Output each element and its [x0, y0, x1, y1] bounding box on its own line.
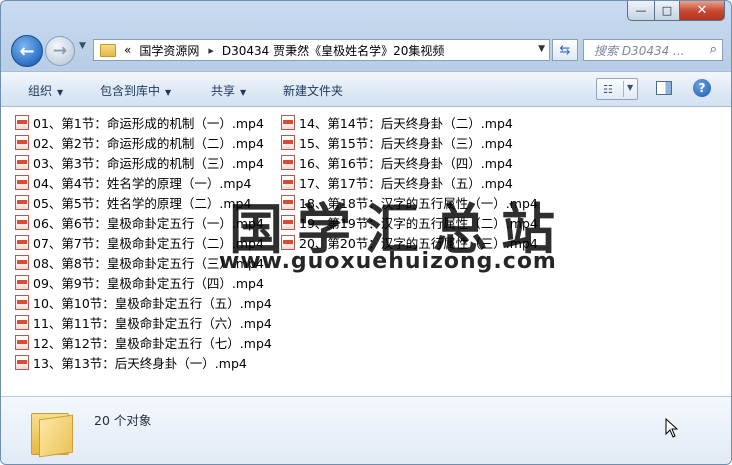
back-arrow-icon: ←: [19, 40, 35, 62]
organize-menu[interactable]: 组织 ▼: [28, 82, 63, 99]
file-list-pane: 01、第1节：命运形成的机制（一）.mp4 02、第2节：命运形成的机制（二）.m…: [1, 107, 731, 396]
file-item[interactable]: 05、第5节：姓名学的原理（二）.mp4: [15, 193, 251, 211]
video-file-icon: [15, 354, 29, 370]
explorer-window: — □ ✕ ← → ▼ « 国学资源网 ▸ D30434 贾秉然《皇极姓名学》2…: [0, 0, 732, 465]
refresh-button[interactable]: ⇆: [552, 39, 578, 61]
chevron-down-icon: ▼: [165, 88, 172, 97]
video-file-icon: [15, 194, 29, 210]
file-item[interactable]: 03、第3节：命运形成的机制（三）.mp4: [15, 153, 264, 171]
video-file-icon: [15, 214, 29, 230]
video-file-icon: [15, 234, 29, 250]
file-item[interactable]: 06、第6节：皇极命卦定五行（一）.mp4: [15, 213, 264, 231]
video-file-icon: [15, 154, 29, 170]
video-file-icon: [15, 134, 29, 150]
video-file-icon: [15, 274, 29, 290]
window-controls: — □ ✕: [627, 1, 725, 21]
share-menu[interactable]: 共享 ▼: [211, 82, 246, 99]
file-item[interactable]: 14、第14节：后天终身卦（二）.mp4: [281, 113, 513, 131]
button-divider: [623, 81, 624, 97]
forward-button[interactable]: →: [45, 36, 75, 66]
file-item[interactable]: 16、第16节：后天终身卦（四）.mp4: [281, 153, 513, 171]
video-file-icon: [15, 294, 29, 310]
include-in-library-label: 包含到库中: [100, 84, 161, 98]
video-file-icon: [15, 254, 29, 270]
watermark-url: www.guoxuehuizong.com: [219, 249, 557, 274]
navigation-bar: ← → ▼ « 国学资源网 ▸ D30434 贾秉然《皇极姓名学》20集视频 ▼…: [1, 31, 731, 69]
file-item[interactable]: 10、第10节：皇极命卦定五行（五）.mp4: [15, 293, 272, 311]
address-dropdown-icon[interactable]: ▼: [538, 44, 545, 54]
file-name: 04、第4节：姓名学的原理（一）.mp4: [33, 175, 252, 191]
video-file-icon: [281, 134, 295, 150]
folder-icon: [31, 407, 73, 458]
command-bar: 组织 ▼ 包含到库中 ▼ 共享 ▼ 新建文件夹 ☷ ▼ ?: [1, 71, 731, 107]
file-name: 14、第14节：后天终身卦（二）.mp4: [299, 115, 513, 131]
file-name: 02、第2节：命运形成的机制（二）.mp4: [33, 135, 264, 151]
video-file-icon: [15, 174, 29, 190]
item-count: 20 个对象: [94, 413, 152, 428]
video-file-icon: [15, 114, 29, 130]
file-name: 15、第15节：后天终身卦（三）.mp4: [299, 135, 513, 151]
breadcrumb-current[interactable]: D30434 贾秉然《皇极姓名学》20集视频: [222, 42, 445, 59]
breadcrumb-chevron-icon[interactable]: ▸: [208, 44, 214, 57]
maximize-button[interactable]: □: [655, 1, 680, 21]
file-item[interactable]: 12、第12节：皇极命卦定五行（七）.mp4: [15, 333, 272, 351]
search-input[interactable]: 搜索 D30434 ... ⌕: [583, 39, 723, 61]
search-icon[interactable]: ⌕: [710, 42, 717, 57]
minimize-button[interactable]: —: [627, 1, 655, 21]
file-item[interactable]: 01、第1节：命运形成的机制（一）.mp4: [15, 113, 264, 131]
file-item[interactable]: 02、第2节：命运形成的机制（二）.mp4: [15, 133, 264, 151]
video-file-icon: [15, 334, 29, 350]
close-button[interactable]: ✕: [680, 1, 725, 21]
chevron-down-icon[interactable]: ▼: [627, 83, 633, 92]
details-pane: 20 个对象: [1, 396, 731, 464]
view-grid-icon: ☷: [603, 82, 613, 96]
video-file-icon: [15, 314, 29, 330]
recent-pages-dropdown[interactable]: ▼: [79, 41, 86, 51]
file-name: 11、第11节：皇极命卦定五行（六）.mp4: [33, 315, 272, 331]
breadcrumb-item[interactable]: 国学资源网: [139, 42, 199, 59]
video-file-icon: [281, 114, 295, 130]
share-label: 共享: [211, 84, 236, 98]
file-item[interactable]: 09、第9节：皇极命卦定五行（四）.mp4: [15, 273, 264, 291]
chevron-down-icon: ▼: [240, 88, 247, 97]
folder-icon: [100, 43, 116, 57]
refresh-icon: ⇆: [559, 42, 571, 58]
new-folder-button[interactable]: 新建文件夹: [283, 82, 343, 99]
organize-label: 组织: [28, 84, 53, 98]
file-name: 16、第16节：后天终身卦（四）.mp4: [299, 155, 513, 171]
file-name: 03、第3节：命运形成的机制（三）.mp4: [33, 155, 264, 171]
file-name: 12、第12节：皇极命卦定五行（七）.mp4: [33, 335, 272, 351]
back-button[interactable]: ←: [11, 35, 43, 67]
preview-pane-icon[interactable]: [656, 81, 672, 95]
chevron-down-icon: ▼: [57, 88, 64, 97]
file-name: 10、第10节：皇极命卦定五行（五）.mp4: [33, 295, 272, 311]
forward-arrow-icon: →: [52, 41, 68, 61]
file-item[interactable]: 04、第4节：姓名学的原理（一）.mp4: [15, 173, 251, 191]
file-item[interactable]: 13、第13节：后天终身卦（一）.mp4: [15, 353, 247, 371]
file-name: 01、第1节：命运形成的机制（一）.mp4: [33, 115, 264, 131]
include-in-library-menu[interactable]: 包含到库中 ▼: [100, 82, 171, 99]
video-file-icon: [281, 154, 295, 170]
help-icon[interactable]: ?: [693, 79, 711, 97]
address-overflow[interactable]: «: [124, 43, 131, 57]
mouse-cursor-icon: [665, 418, 679, 438]
file-name: 05、第5节：姓名学的原理（二）.mp4: [33, 195, 252, 211]
file-name: 13、第13节：后天终身卦（一）.mp4: [33, 355, 247, 371]
change-view-button[interactable]: ☷ ▼: [596, 78, 638, 100]
file-item[interactable]: 15、第15节：后天终身卦（三）.mp4: [281, 133, 513, 151]
title-bar: — □ ✕: [1, 1, 731, 31]
address-bar[interactable]: « 国学资源网 ▸ D30434 贾秉然《皇极姓名学》20集视频 ▼: [93, 39, 550, 61]
file-name: 09、第9节：皇极命卦定五行（四）.mp4: [33, 275, 264, 291]
file-item[interactable]: 11、第11节：皇极命卦定五行（六）.mp4: [15, 313, 272, 331]
folder-front-shape: [39, 414, 73, 458]
search-placeholder: 搜索 D30434 ...: [594, 43, 685, 58]
